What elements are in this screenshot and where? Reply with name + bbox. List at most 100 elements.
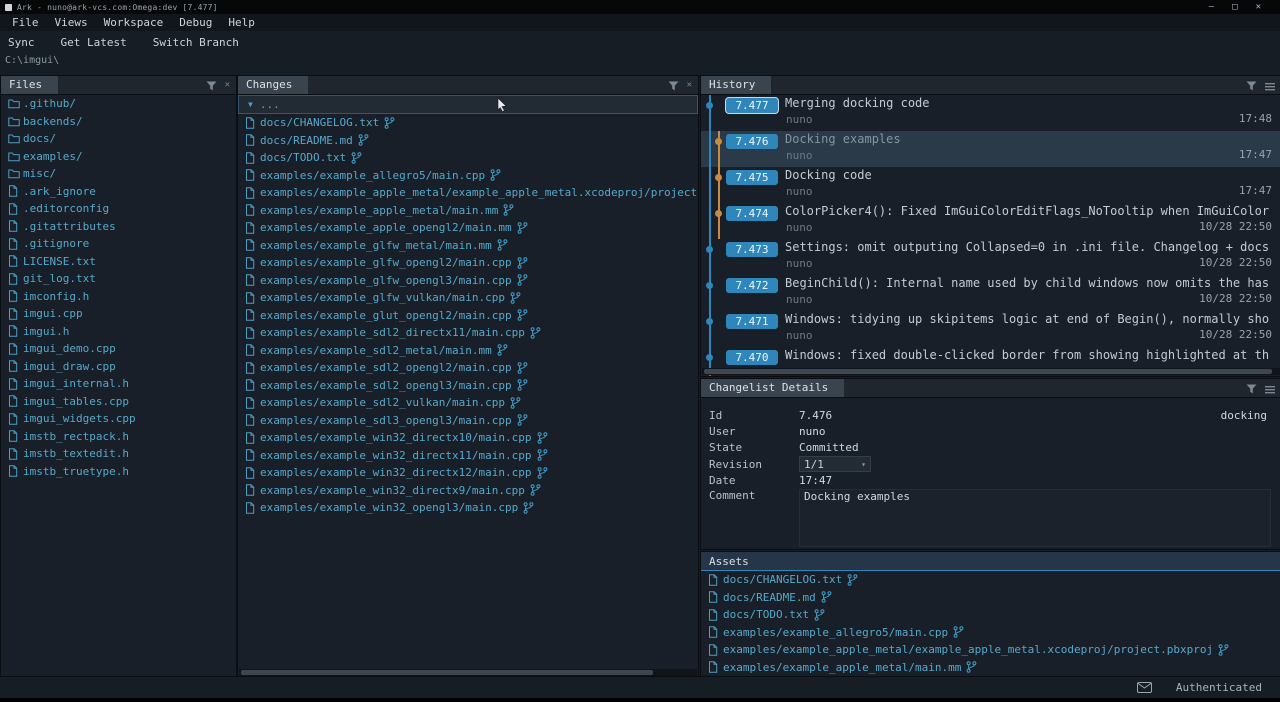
- asset-item[interactable]: docs/CHANGELOG.txt: [701, 571, 1280, 589]
- commit-author: nuno: [786, 329, 813, 342]
- file-tree-item[interactable]: imgui.cpp: [1, 305, 236, 323]
- change-item[interactable]: examples/example_glfw_vulkan/main.cpp: [238, 289, 698, 307]
- menu-item-workspace[interactable]: Workspace: [96, 16, 172, 29]
- menu-icon[interactable]: [1265, 379, 1275, 398]
- changes-horizontal-scrollbar[interactable]: [239, 669, 697, 676]
- change-item[interactable]: examples/example_apple_opengl2/main.mm: [238, 219, 698, 237]
- file-tree-item[interactable]: .gitignore: [1, 235, 236, 253]
- toolbar-button-switch-branch[interactable]: Switch Branch: [153, 36, 239, 49]
- menu-item-views[interactable]: Views: [47, 16, 96, 29]
- change-item[interactable]: examples/example_sdl2_opengl2/main.cpp: [238, 359, 698, 377]
- file-tree-item[interactable]: imgui_demo.cpp: [1, 340, 236, 358]
- menu-item-file[interactable]: File: [4, 16, 47, 29]
- file-tree-item[interactable]: imstb_rectpack.h: [1, 428, 236, 446]
- file-tree-item[interactable]: .ark_ignore: [1, 183, 236, 201]
- change-item[interactable]: examples/example_allegro5/main.cpp: [238, 167, 698, 185]
- file-icon: [245, 187, 260, 199]
- history-commit[interactable]: 7.477Merging docking codenuno17:48: [701, 95, 1280, 131]
- change-item[interactable]: examples/example_apple_metal/main.mm: [238, 202, 698, 220]
- close-icon[interactable]: ✕: [687, 80, 692, 90]
- change-item[interactable]: examples/example_sdl2_metal/main.mm: [238, 342, 698, 360]
- history-commit[interactable]: 7.471Windows: tidying up skipitems logic…: [701, 311, 1280, 347]
- asset-item[interactable]: docs/README.md: [701, 589, 1280, 607]
- file-name: imgui_draw.cpp: [23, 360, 116, 373]
- commit-time: 10/28 22:50: [1199, 328, 1272, 341]
- change-item[interactable]: examples/example_sdl2_directx11/main.cpp: [238, 324, 698, 342]
- change-item[interactable]: docs/TODO.txt: [238, 149, 698, 167]
- change-item[interactable]: examples/example_glut_opengl2/main.cpp: [238, 307, 698, 325]
- file-tree-item[interactable]: .editorconfig: [1, 200, 236, 218]
- comment-field[interactable]: Docking examples: [799, 489, 1271, 547]
- change-item[interactable]: examples/example_glfw_opengl2/main.cpp: [238, 254, 698, 272]
- file-icon: [8, 343, 23, 355]
- file-tree-item[interactable]: imgui.h: [1, 323, 236, 341]
- file-tree-item[interactable]: .github/: [1, 95, 236, 113]
- asset-item[interactable]: examples/example_apple_metal/main.mm: [701, 659, 1280, 677]
- branch-icon: [497, 239, 508, 251]
- filter-icon[interactable]: [668, 76, 679, 95]
- menu-icon[interactable]: [1265, 76, 1275, 95]
- asset-item[interactable]: docs/TODO.txt: [701, 606, 1280, 624]
- change-item[interactable]: examples/example_sdl2_vulkan/main.cpp: [238, 394, 698, 412]
- file-tree-item[interactable]: LICENSE.txt: [1, 253, 236, 271]
- file-tree-item[interactable]: imstb_textedit.h: [1, 445, 236, 463]
- branch-node-icon: [706, 318, 713, 325]
- toolbar-button-sync[interactable]: Sync: [8, 36, 35, 49]
- change-item[interactable]: examples/example_win32_directx10/main.cp…: [238, 429, 698, 447]
- changes-root-row[interactable]: ▼ ...: [238, 95, 698, 114]
- file-icon: [8, 325, 23, 337]
- file-icon: [708, 626, 723, 638]
- history-commit[interactable]: 7.472BeginChild(): Internal name used by…: [701, 275, 1280, 311]
- asset-item[interactable]: examples/example_apple_metal/example_app…: [701, 641, 1280, 659]
- file-tree-item[interactable]: .gitattributes: [1, 218, 236, 236]
- change-item[interactable]: examples/example_glfw_opengl3/main.cpp: [238, 272, 698, 290]
- file-tree-item[interactable]: imconfig.h: [1, 288, 236, 306]
- change-item[interactable]: examples/example_win32_opengl3/main.cpp: [238, 499, 698, 517]
- history-horizontal-scrollbar[interactable]: [702, 368, 1280, 375]
- filter-icon[interactable]: [1246, 76, 1257, 95]
- history-commit[interactable]: 7.473Settings: omit outputing Collapsed=…: [701, 239, 1280, 275]
- close-icon[interactable]: ✕: [225, 80, 230, 90]
- commit-author: nuno: [786, 257, 813, 270]
- file-tree-item[interactable]: examples/: [1, 148, 236, 166]
- filter-icon[interactable]: [1246, 379, 1257, 398]
- change-item[interactable]: docs/CHANGELOG.txt: [238, 114, 698, 132]
- change-item[interactable]: docs/README.md: [238, 132, 698, 150]
- history-commit[interactable]: 7.476Docking examplesnuno17:47: [701, 131, 1280, 167]
- window-minimize-button[interactable]: –: [1209, 0, 1214, 14]
- change-item[interactable]: examples/example_glfw_metal/main.mm: [238, 237, 698, 255]
- file-tree-item[interactable]: imgui_internal.h: [1, 375, 236, 393]
- file-tree-item[interactable]: imgui_widgets.cpp: [1, 410, 236, 428]
- change-item[interactable]: examples/example_win32_directx12/main.cp…: [238, 464, 698, 482]
- toolbar-button-get-latest[interactable]: Get Latest: [61, 36, 127, 49]
- commit-graph: [701, 311, 725, 347]
- asset-item[interactable]: examples/example_allegro5/main.cpp: [701, 624, 1280, 642]
- commit-message: Windows: tidying up skipitems logic at e…: [785, 312, 1279, 326]
- window-close-button[interactable]: ✕: [1256, 0, 1261, 14]
- file-tree-item[interactable]: imgui_tables.cpp: [1, 393, 236, 411]
- history-panel-header: History: [701, 76, 1280, 95]
- change-item[interactable]: examples/example_win32_directx9/main.cpp: [238, 482, 698, 500]
- file-tree-item[interactable]: docs/: [1, 130, 236, 148]
- menu-item-debug[interactable]: Debug: [171, 16, 220, 29]
- change-item[interactable]: examples/example_apple_metal/example_app…: [238, 184, 698, 202]
- change-item[interactable]: examples/example_sdl3_opengl3/main.cpp: [238, 412, 698, 430]
- change-item[interactable]: examples/example_sdl2_opengl3/main.cpp: [238, 377, 698, 395]
- history-commit[interactable]: 7.474ColorPicker4(): Fixed ImGuiColorEdi…: [701, 203, 1280, 239]
- file-tree-item[interactable]: imstb_truetype.h: [1, 463, 236, 481]
- window-maximize-button[interactable]: □: [1232, 0, 1237, 14]
- file-tree-item[interactable]: backends/: [1, 113, 236, 131]
- expand-icon[interactable]: ▼: [248, 100, 253, 109]
- filter-icon[interactable]: [206, 76, 217, 95]
- file-tree-item[interactable]: imgui_draw.cpp: [1, 358, 236, 376]
- commit-message: ColorPicker4(): Fixed ImGuiColorEditFlag…: [785, 204, 1279, 218]
- file-tree-item[interactable]: misc/: [1, 165, 236, 183]
- comment-label: Comment: [709, 489, 799, 502]
- history-commit[interactable]: 7.475Docking codenuno17:47: [701, 167, 1280, 203]
- file-tree-item[interactable]: git_log.txt: [1, 270, 236, 288]
- mail-icon[interactable]: [1137, 678, 1152, 697]
- change-item[interactable]: examples/example_win32_directx11/main.cp…: [238, 447, 698, 465]
- revision-dropdown[interactable]: 1/1 ▾: [799, 456, 871, 472]
- menu-item-help[interactable]: Help: [220, 16, 263, 29]
- change-path: examples/example_apple_metal/main.mm: [260, 204, 498, 217]
